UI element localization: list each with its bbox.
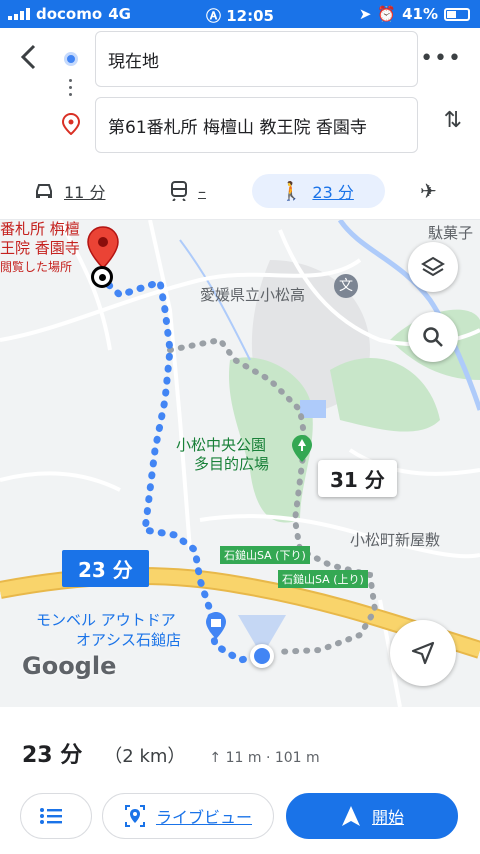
park-label-line2: 多目的広場 bbox=[194, 455, 270, 473]
swap-directions-icon[interactable]: ⇅ bbox=[444, 108, 462, 133]
elevation-value: 11 m · 101 m bbox=[225, 750, 320, 766]
alarm-icon: ⏰ bbox=[377, 5, 397, 23]
mode-flight[interactable]: ✈ bbox=[420, 174, 437, 208]
area-label: 小松町新屋敷 bbox=[350, 531, 441, 549]
eta-row: 23 分 （2 km） ↑ 11 m · 101 m bbox=[22, 737, 320, 769]
navigation-arrow-icon bbox=[411, 641, 435, 665]
navigation-arrow-icon: ➤ bbox=[358, 5, 372, 23]
destination-pin-icon bbox=[62, 113, 80, 135]
sa-up-label: 石鎚山SA (上り) bbox=[278, 570, 368, 588]
mode-car-label: 11 分 bbox=[64, 183, 106, 202]
route-summary-sheet: 23 分 （2 km） ↑ 11 m · 101 m ライブビュー 開始 bbox=[0, 707, 480, 854]
current-location-dot bbox=[250, 644, 274, 668]
live-view-icon bbox=[124, 805, 145, 827]
origin-input[interactable]: 現在地 bbox=[95, 31, 418, 87]
shop-top-right-label: 駄菓子 bbox=[428, 224, 474, 242]
park-label-line1: 小松中央公園 bbox=[176, 436, 267, 454]
list-icon bbox=[40, 808, 62, 824]
back-arrow-icon bbox=[20, 44, 36, 70]
eta-distance: （2 km） bbox=[104, 746, 186, 767]
status-bar: docomo 4G Ⓐ 12:05 ➤ ⏰ 41% bbox=[0, 0, 480, 28]
battery-icon bbox=[444, 7, 470, 21]
directions-header: 現在地 第61番札所 梅檀山 教王院 香園寺 ••• ⇅ bbox=[0, 28, 480, 162]
airplane-icon: ✈ bbox=[420, 179, 437, 203]
recenter-button[interactable] bbox=[390, 620, 456, 686]
destination-marker-icon[interactable] bbox=[86, 226, 120, 270]
destination-input[interactable]: 第61番札所 梅檀山 教王院 香園寺 bbox=[95, 97, 418, 153]
start-button[interactable]: 開始 bbox=[286, 793, 458, 839]
live-view-button[interactable]: ライブビュー bbox=[102, 793, 274, 839]
sa-down-label: 石鎚山SA (下り) bbox=[220, 546, 310, 564]
destination-map-label-line2: 王院 香園寺 bbox=[0, 239, 80, 257]
park-label: 小松中央公園 多目的広場 bbox=[176, 436, 269, 474]
more-options-icon[interactable]: ••• bbox=[420, 46, 462, 71]
mode-walk[interactable]: 🚶 23 分 bbox=[252, 174, 385, 208]
google-logo: Google bbox=[22, 652, 117, 680]
back-button[interactable] bbox=[14, 42, 44, 72]
eta-time: 23 分 bbox=[22, 743, 83, 768]
layers-icon bbox=[421, 256, 445, 277]
steps-button[interactable] bbox=[20, 793, 92, 839]
location-icon: Ⓐ bbox=[206, 7, 227, 25]
clock: 12:05 bbox=[226, 7, 274, 25]
shop-label-line2: オアシス石鎚店 bbox=[76, 631, 182, 649]
mode-transit-label: – bbox=[198, 181, 206, 201]
live-view-label: ライブビュー bbox=[155, 808, 252, 827]
car-icon bbox=[36, 184, 52, 198]
school-label: 愛媛県立小松高 bbox=[200, 286, 306, 304]
navigation-start-icon bbox=[341, 806, 360, 826]
shop-label-line1: モンベル アウトドア bbox=[36, 611, 176, 629]
park-marker-icon bbox=[290, 434, 314, 468]
destination-map-label: 番札所 栴檀 王院 香園寺 閲覧した場所 bbox=[0, 220, 80, 277]
elevation: ↑ 11 m · 101 m bbox=[209, 750, 320, 766]
origin-dot-icon bbox=[64, 52, 78, 66]
mode-walk-label: 23 分 bbox=[312, 183, 354, 202]
train-icon bbox=[171, 181, 187, 201]
search-icon bbox=[423, 327, 443, 347]
search-button[interactable] bbox=[408, 312, 458, 362]
walk-icon: 🚶 bbox=[280, 180, 303, 202]
shopping-marker-icon bbox=[204, 611, 228, 645]
alt-route-time-badge[interactable]: 31 分 bbox=[318, 460, 397, 497]
route-dots-icon bbox=[69, 79, 73, 103]
viewed-place-label: 閲覧した場所 bbox=[0, 260, 73, 274]
destination-map-label-line1: 番札所 栴檀 bbox=[0, 220, 80, 238]
destination-target-icon bbox=[91, 266, 113, 288]
battery-percent: 41% bbox=[402, 5, 438, 23]
layers-button[interactable] bbox=[408, 242, 458, 292]
school-icon: 文 bbox=[334, 274, 358, 298]
shop-label: モンベル アウトドア オアシス石鎚店 bbox=[36, 610, 181, 650]
map-view[interactable]: 番札所 栴檀 王院 香園寺 閲覧した場所 愛媛県立小松高 文 駄菓子 小松中央公… bbox=[0, 220, 480, 707]
start-label: 開始 bbox=[371, 808, 404, 827]
mode-car[interactable]: 11 分 bbox=[34, 174, 105, 208]
travel-mode-bar: 11 分 – 🚶 23 分 ✈ bbox=[0, 162, 480, 220]
mode-transit[interactable]: – bbox=[170, 174, 206, 208]
route-time-badge[interactable]: 23 分 bbox=[62, 550, 149, 587]
